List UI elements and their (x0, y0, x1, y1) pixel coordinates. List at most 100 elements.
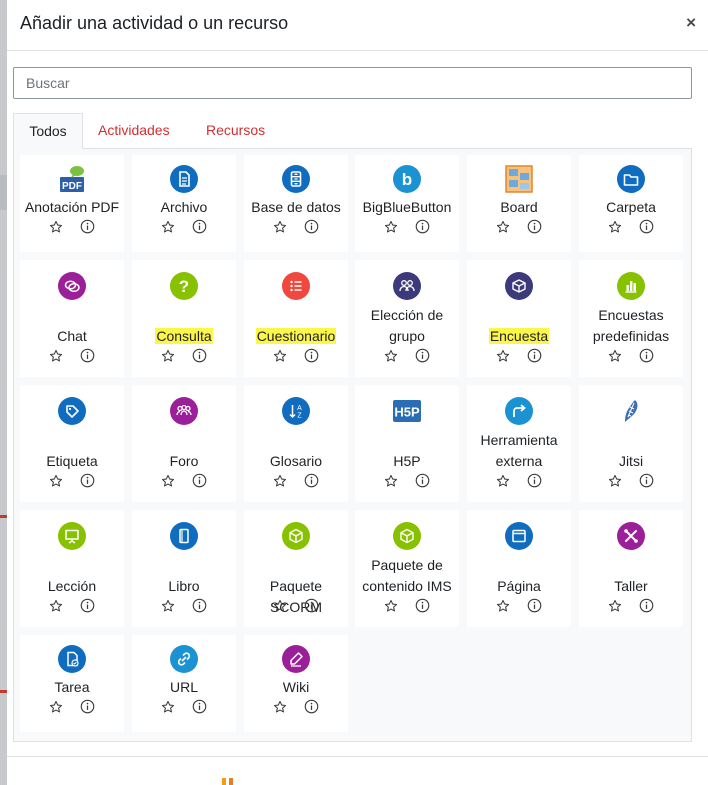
module-name-text: URL (169, 679, 198, 695)
star-icon[interactable] (49, 599, 63, 613)
tab-actividades[interactable]: Actividades (98, 113, 170, 149)
module-card-leccion[interactable]: Lección (20, 510, 124, 627)
module-card-url[interactable]: URL (132, 635, 236, 732)
info-icon[interactable] (304, 348, 319, 363)
info-icon[interactable] (192, 598, 207, 613)
search-input[interactable] (14, 68, 691, 98)
info-icon[interactable] (415, 598, 430, 613)
module-card-board[interactable]: Board (467, 155, 571, 252)
module-card-etiqueta[interactable]: Etiqueta (20, 385, 124, 502)
star-icon[interactable] (273, 599, 287, 613)
module-card-herramienta-externa[interactable]: Herramienta externa (467, 385, 571, 502)
close-icon[interactable]: × (686, 14, 696, 32)
star-icon[interactable] (496, 599, 510, 613)
module-name-text: Encuesta (488, 328, 550, 344)
module-name-text: Archivo (160, 199, 208, 215)
info-icon[interactable] (304, 699, 319, 714)
module-card-eleccion-de-grupo[interactable]: Elección de grupo (355, 260, 459, 377)
module-name: Jitsi (579, 451, 683, 472)
star-icon[interactable] (49, 220, 63, 234)
star-icon[interactable] (384, 599, 398, 613)
info-icon[interactable] (304, 219, 319, 234)
star-icon[interactable] (384, 220, 398, 234)
info-icon[interactable] (639, 598, 654, 613)
star-icon[interactable] (608, 349, 622, 363)
star-icon[interactable] (49, 349, 63, 363)
info-icon[interactable] (415, 219, 430, 234)
star-icon[interactable] (608, 599, 622, 613)
info-icon[interactable] (639, 348, 654, 363)
star-icon[interactable] (49, 700, 63, 714)
info-icon[interactable] (192, 348, 207, 363)
module-card-glosario[interactable]: A Z Glosario (244, 385, 348, 502)
module-card-encuesta[interactable]: Encuesta (467, 260, 571, 377)
info-icon[interactable] (527, 219, 542, 234)
star-icon[interactable] (161, 349, 175, 363)
star-icon[interactable] (273, 474, 287, 488)
star-icon[interactable] (496, 220, 510, 234)
module-card-foro[interactable]: Foro (132, 385, 236, 502)
info-icon[interactable] (527, 348, 542, 363)
module-card-libro[interactable]: Libro (132, 510, 236, 627)
info-icon[interactable] (415, 473, 430, 488)
module-card-taller[interactable]: Taller (579, 510, 683, 627)
tab-todos[interactable]: Todos (13, 113, 83, 149)
module-card-pagina[interactable]: Página (467, 510, 571, 627)
star-icon[interactable] (161, 700, 175, 714)
module-card-consulta[interactable]: ? Consulta (132, 260, 236, 377)
star-icon[interactable] (608, 220, 622, 234)
pdf-annotation-icon: PDF (58, 165, 86, 193)
star-icon[interactable] (273, 700, 287, 714)
info-icon[interactable] (192, 219, 207, 234)
info-icon[interactable] (527, 473, 542, 488)
info-icon[interactable] (639, 219, 654, 234)
module-card-archivo[interactable]: Archivo (132, 155, 236, 252)
module-name: Paquete SCORM (244, 576, 348, 618)
module-card-jitsi[interactable]: Jitsi (579, 385, 683, 502)
info-icon[interactable] (80, 473, 95, 488)
module-name-text: Jitsi (618, 453, 644, 469)
module-name-text: Cuestionario (255, 328, 337, 344)
tab-recursos[interactable]: Recursos (206, 113, 265, 149)
info-icon[interactable] (192, 699, 207, 714)
star-icon[interactable] (273, 220, 287, 234)
info-icon[interactable] (304, 473, 319, 488)
star-icon[interactable] (384, 474, 398, 488)
star-icon[interactable] (273, 349, 287, 363)
star-icon[interactable] (384, 349, 398, 363)
module-card-paquete-scorm[interactable]: Paquete SCORM (244, 510, 348, 627)
module-card-base-de-datos[interactable]: Base de datos (244, 155, 348, 252)
info-icon[interactable] (192, 473, 207, 488)
info-icon[interactable] (527, 598, 542, 613)
star-icon[interactable] (161, 599, 175, 613)
search-field[interactable] (13, 67, 692, 99)
module-card-carpeta[interactable]: Carpeta (579, 155, 683, 252)
module-card-encuestas-predefinidas[interactable]: Encuestas predefinidas (579, 260, 683, 377)
module-card-paquete-de-contenido-ims[interactable]: Paquete de contenido IMS (355, 510, 459, 627)
info-icon[interactable] (80, 598, 95, 613)
info-icon[interactable] (415, 348, 430, 363)
star-icon[interactable] (608, 474, 622, 488)
module-card-anotacion-pdf[interactable]: PDF Anotación PDF (20, 155, 124, 252)
info-icon[interactable] (80, 219, 95, 234)
star-icon[interactable] (496, 474, 510, 488)
info-icon[interactable] (304, 598, 319, 613)
info-icon[interactable] (639, 473, 654, 488)
module-card-bigbluebutton[interactable]: b BigBlueButton (355, 155, 459, 252)
group-choice-icon (393, 272, 421, 300)
module-name-text: Carpeta (606, 199, 656, 215)
module-card-tarea[interactable]: Tarea (20, 635, 124, 732)
star-icon[interactable] (49, 474, 63, 488)
star-icon[interactable] (161, 220, 175, 234)
module-name: URL (132, 677, 236, 698)
module-card-chat[interactable]: Chat (20, 260, 124, 377)
module-card-cuestionario[interactable]: Cuestionario (244, 260, 348, 377)
svg-text:b: b (402, 170, 412, 189)
info-icon[interactable] (80, 348, 95, 363)
star-icon[interactable] (161, 474, 175, 488)
module-card-wiki[interactable]: Wiki (244, 635, 348, 732)
lesson-icon (58, 522, 86, 550)
star-icon[interactable] (496, 349, 510, 363)
module-card-h5p[interactable]: H5P H5P (355, 385, 459, 502)
info-icon[interactable] (80, 699, 95, 714)
